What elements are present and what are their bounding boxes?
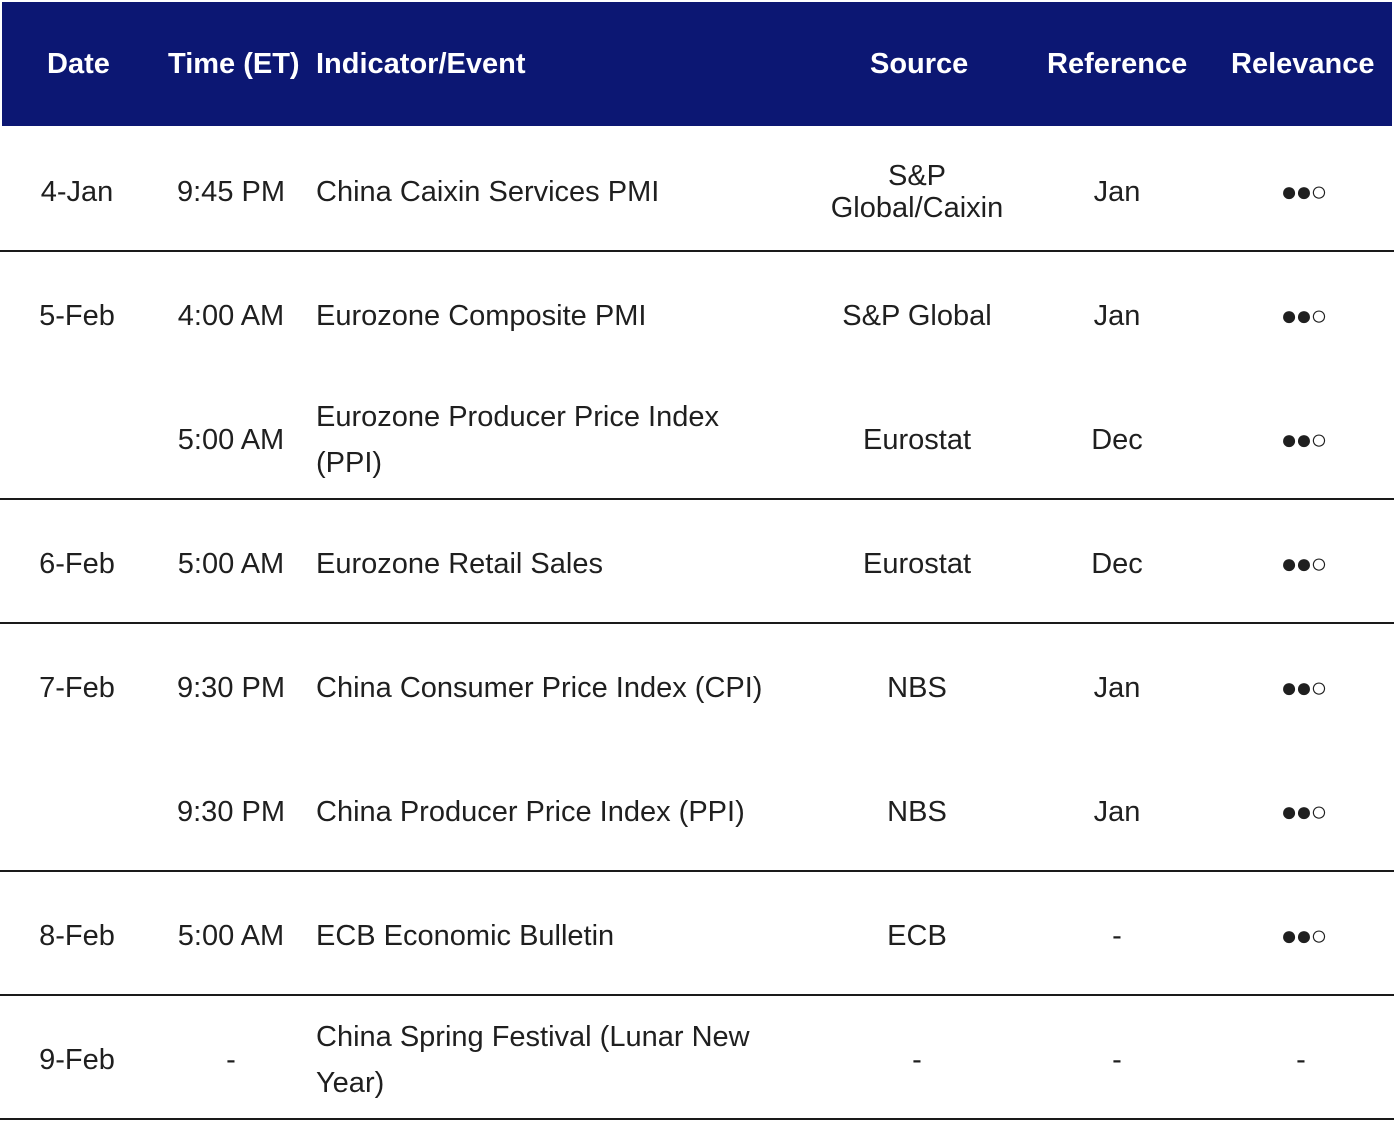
- cell-source: ECB: [887, 920, 947, 952]
- row-divider: [0, 1118, 1394, 1120]
- cell-time: 4:00 AM: [177, 300, 285, 332]
- cell-relevance: ●●○: [1280, 672, 1328, 703]
- header-time: Time (ET): [168, 48, 300, 80]
- cell-date: 6-Feb: [39, 548, 115, 580]
- row-divider: [0, 994, 1394, 996]
- cell-time: 5:00 AM: [177, 920, 285, 952]
- cell-reference: Dec: [1091, 424, 1143, 456]
- cell-relevance: ●●○: [1280, 300, 1328, 331]
- header-date: Date: [47, 48, 110, 80]
- header-reference: Reference: [1047, 48, 1188, 80]
- cell-date: 7-Feb: [39, 672, 115, 704]
- row-divider: [0, 498, 1394, 500]
- cell-event: China Spring Festival (Lunar New Year): [316, 1021, 750, 1099]
- cell-event: Eurozone Retail Sales: [316, 548, 603, 580]
- cell-date: 4-Jan: [40, 176, 114, 208]
- cell-relevance: ●●○: [1280, 176, 1328, 207]
- cell-time: 9:45 PM: [177, 176, 285, 208]
- row-divider: [0, 870, 1394, 872]
- cell-source: Eurostat: [863, 424, 971, 456]
- row-divider: [0, 250, 1394, 252]
- cell-date: 8-Feb: [39, 920, 115, 952]
- cell-time: 5:00 AM: [177, 424, 285, 456]
- cell-source: NBS: [887, 672, 947, 704]
- cell-source: Eurostat: [863, 548, 971, 580]
- cell-event: China Caixin Services PMI: [316, 176, 660, 208]
- header-source: Source: [870, 48, 969, 80]
- header-event: Indicator/Event: [316, 48, 526, 80]
- cell-source: -: [912, 1044, 922, 1076]
- cell-reference: Jan: [1093, 300, 1141, 332]
- table-header: Date Time (ET) Indicator/Event Source Re…: [2, 2, 1392, 126]
- cell-event: Eurozone Composite PMI: [316, 300, 647, 332]
- cell-relevance: ●●○: [1280, 920, 1328, 951]
- cell-reference: Dec: [1091, 548, 1143, 580]
- cell-source: S&P Global: [842, 300, 992, 332]
- cell-time: 5:00 AM: [177, 548, 285, 580]
- cell-relevance: ●●○: [1280, 796, 1328, 827]
- row-divider: [0, 622, 1394, 624]
- cell-relevance: ●●○: [1280, 424, 1328, 455]
- cell-event: Eurozone Producer Price Index (PPI): [316, 401, 719, 479]
- cell-date: 9-Feb: [39, 1044, 115, 1076]
- cell-event: China Producer Price Index (PPI): [316, 796, 745, 828]
- cell-time: 9:30 PM: [177, 672, 285, 704]
- cell-time: -: [226, 1044, 236, 1076]
- cell-source: S&P Global/Caixin: [830, 160, 1004, 224]
- cell-date: 5-Feb: [39, 300, 115, 332]
- cell-source: NBS: [887, 796, 947, 828]
- cell-relevance: ●●○: [1280, 548, 1328, 579]
- cell-reference: -: [1112, 1044, 1122, 1076]
- cell-time: 9:30 PM: [177, 796, 285, 828]
- cell-reference: Jan: [1093, 176, 1141, 208]
- cell-event: China Consumer Price Index (CPI): [316, 672, 763, 704]
- header-relevance: Relevance: [1231, 48, 1375, 80]
- cell-relevance: -: [1296, 1044, 1306, 1076]
- cell-reference: -: [1112, 920, 1122, 952]
- cell-reference: Jan: [1093, 672, 1141, 704]
- cell-reference: Jan: [1093, 796, 1141, 828]
- cell-event: ECB Economic Bulletin: [316, 920, 615, 952]
